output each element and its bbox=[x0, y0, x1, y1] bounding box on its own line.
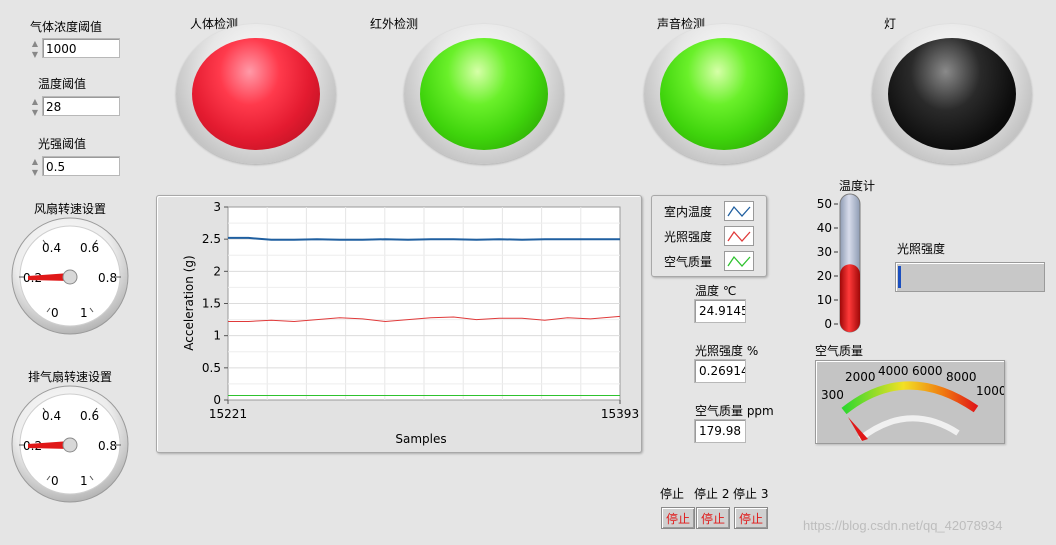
meter-tick-2000: 2000 bbox=[845, 370, 876, 384]
legend-label: 光照强度 bbox=[664, 230, 713, 244]
light-indicator-label: 光照强度 % bbox=[695, 344, 759, 358]
legend-item[interactable]: 室内温度 bbox=[652, 199, 766, 221]
knob-tick-0.8: 0.8 bbox=[98, 271, 117, 285]
temp-threshold-input[interactable]: 28 bbox=[42, 96, 120, 116]
stop-label-2: 停止 2 bbox=[694, 487, 730, 501]
y-tick-label: 0.5 bbox=[202, 361, 221, 375]
chart-legend[interactable]: 室内温度 光照强度 空气质量 bbox=[651, 195, 767, 277]
x-tick-label: 15393 bbox=[601, 407, 639, 421]
air-meter-label: 空气质量 bbox=[815, 344, 864, 358]
led-lamp-green bbox=[660, 38, 788, 150]
led-lamp-green bbox=[420, 38, 548, 150]
stop-button-3[interactable]: 停止 bbox=[734, 507, 768, 529]
exhaust-speed-knob[interactable]: 0.4 0.6 0.2 0.8 0 1 bbox=[10, 384, 130, 504]
led-sound-detection bbox=[644, 24, 804, 164]
y-tick-label: 3 bbox=[213, 200, 221, 214]
legend-label: 空气质量 bbox=[664, 255, 713, 269]
y-tick-label: 0 bbox=[213, 393, 221, 407]
temp-threshold-label: 温度阈值 bbox=[38, 77, 87, 91]
thermo-tick-label: 30 bbox=[817, 245, 832, 259]
led-infrared-detection bbox=[404, 24, 564, 164]
air-indicator-label: 空气质量 ppm bbox=[695, 404, 774, 418]
air-indicator: 179.98 bbox=[694, 419, 746, 443]
knob-tick-0.4: 0.4 bbox=[42, 241, 61, 255]
thermometer: 50 40 30 20 10 0 bbox=[817, 193, 861, 333]
legend-line-swatch-icon bbox=[724, 201, 754, 221]
led-lamp bbox=[872, 24, 1032, 164]
temperature-indicator: 24.9145 bbox=[694, 299, 746, 323]
knob-tick-1: 1 bbox=[80, 306, 88, 320]
meter-tick-300: 300 bbox=[821, 388, 844, 402]
thermometer-fill bbox=[840, 264, 860, 332]
y-tick-label: 1.5 bbox=[202, 297, 221, 311]
light-bar-fill bbox=[898, 266, 901, 288]
meter-needle bbox=[848, 417, 868, 441]
legend-label: 室内温度 bbox=[664, 205, 713, 219]
stop-button-1[interactable]: 停止 bbox=[661, 507, 695, 529]
y-axis-ticks: 0 0.5 1 1.5 2 2.5 3 bbox=[202, 200, 228, 407]
spin-arrows-icon[interactable]: ▲ ▼ bbox=[30, 38, 40, 60]
led-label-infrared: 红外检测 bbox=[370, 17, 419, 31]
waveform-chart[interactable]: 0 0.5 1 1.5 2 2.5 3 15221 15393 Acceleration (g… bbox=[156, 195, 642, 453]
thermo-tick-label: 50 bbox=[817, 197, 832, 211]
thermo-tick-label: 0 bbox=[824, 317, 832, 331]
knob-tick-0.4: 0.4 bbox=[42, 409, 61, 423]
knob-tick-0: 0 bbox=[51, 306, 59, 320]
legend-item[interactable]: 空气质量 bbox=[652, 249, 766, 271]
gas-threshold-label: 气体浓度阈值 bbox=[30, 20, 103, 34]
x-axis-ticks: 15221 15393 bbox=[209, 400, 639, 421]
meter-tick-8000: 8000 bbox=[946, 370, 977, 384]
light-threshold-label: 光强阈值 bbox=[38, 137, 87, 151]
y-tick-label: 2.5 bbox=[202, 232, 221, 246]
led-lamp-off bbox=[888, 38, 1016, 150]
y-axis-label: Acceleration (g) bbox=[182, 255, 196, 350]
meter-scale-arc bbox=[841, 381, 979, 415]
stop-button-2[interactable]: 停止 bbox=[696, 507, 730, 529]
thermo-tick-label: 10 bbox=[817, 293, 832, 307]
stop-label-3: 停止 3 bbox=[733, 487, 769, 501]
stop-label-1: 停止 bbox=[660, 487, 685, 501]
knob-tick-0: 0 bbox=[51, 474, 59, 488]
watermark: https://blog.csdn.net/qq_42078934 bbox=[803, 518, 1003, 533]
light-bar-label: 光照强度 bbox=[897, 242, 946, 256]
y-tick-label: 2 bbox=[213, 264, 221, 278]
thermo-tick-label: 20 bbox=[817, 269, 832, 283]
meter-tick-6000: 6000 bbox=[912, 364, 943, 378]
meter-inner-arc bbox=[858, 415, 960, 442]
knob-tick-1: 1 bbox=[80, 474, 88, 488]
light-intensity-bar bbox=[895, 262, 1045, 292]
led-lamp-red bbox=[192, 38, 320, 150]
led-human-detection bbox=[176, 24, 336, 164]
light-threshold-input[interactable]: 0.5 bbox=[42, 156, 120, 176]
exhaust-speed-label: 排气扇转速设置 bbox=[28, 370, 113, 384]
legend-line-swatch-icon bbox=[724, 226, 754, 246]
legend-line-swatch-icon bbox=[724, 251, 754, 271]
led-label-lamp: 灯 bbox=[884, 17, 897, 31]
knob-tick-0.6: 0.6 bbox=[80, 409, 99, 423]
spin-arrows-icon[interactable]: ▲ ▼ bbox=[30, 96, 40, 118]
meter-tick-4000: 4000 bbox=[878, 364, 909, 378]
x-axis-label: Samples bbox=[395, 432, 446, 446]
temperature-indicator-label: 温度 ℃ bbox=[695, 284, 737, 298]
fan-speed-label: 风扇转速设置 bbox=[34, 202, 107, 216]
air-quality-meter: 300 2000 4000 6000 8000 1000 bbox=[815, 360, 1007, 444]
thermo-tick-label: 40 bbox=[817, 221, 832, 235]
knob-tick-0.8: 0.8 bbox=[98, 439, 117, 453]
gas-threshold-input[interactable]: 1000 bbox=[42, 38, 120, 58]
x-tick-label: 15221 bbox=[209, 407, 247, 421]
thermometer-scale: 50 40 30 20 10 0 bbox=[817, 197, 838, 331]
meter-tick-1000: 1000 bbox=[976, 384, 1004, 398]
y-tick-label: 1 bbox=[213, 329, 221, 343]
knob-tick-0.6: 0.6 bbox=[80, 241, 99, 255]
spin-arrows-icon[interactable]: ▲ ▼ bbox=[30, 156, 40, 178]
fan-speed-knob[interactable]: 0.4 0.6 0.2 0.8 0 1 bbox=[10, 216, 130, 336]
light-indicator: 0.26914 bbox=[694, 359, 746, 383]
legend-item[interactable]: 光照强度 bbox=[652, 224, 766, 246]
